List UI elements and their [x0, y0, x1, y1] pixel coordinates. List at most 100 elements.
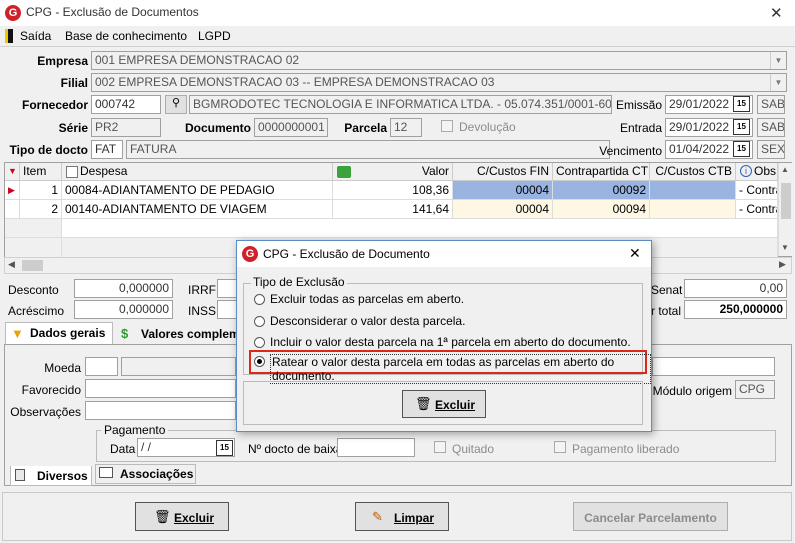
tipo-docto-code-field[interactable]: FAT: [91, 140, 123, 159]
trash-icon: 🗑: [154, 509, 171, 524]
empresa-select[interactable]: 001 EMPRESA DEMONSTRACAO 02: [91, 51, 787, 70]
moeda-name-field: [121, 357, 236, 376]
dialog-excluir-button[interactable]: 🗑 Excluir: [402, 390, 486, 418]
trash-icon: 🗑: [415, 396, 432, 411]
desconto-field[interactable]: 0,000000: [74, 279, 173, 298]
tab-associacoes[interactable]: Associações: [95, 464, 196, 484]
entrada-label: Entrada: [619, 121, 662, 135]
serie-field[interactable]: PR2: [91, 118, 161, 137]
devolucao-checkbox[interactable]: [441, 120, 453, 132]
cell-custos-ctb[interactable]: [650, 181, 736, 200]
binoculars-search-icon[interactable]: ⚲: [165, 95, 187, 114]
senat-field[interactable]: 0,00: [684, 279, 787, 298]
fornecedor-name-field: BGMRODOTEC TECNOLOGIA E INFORMATICA LTDA…: [189, 95, 612, 114]
entrada-dow: SAB: [757, 118, 785, 137]
moeda-code-field[interactable]: [85, 357, 118, 376]
modulo-origem-field: CPG: [735, 380, 775, 399]
app-logo-icon: G: [242, 246, 258, 262]
nbaixa-field[interactable]: [337, 438, 415, 457]
scroll-up-icon[interactable]: ▲: [781, 165, 789, 174]
radio-desconsiderar[interactable]: [254, 316, 265, 327]
calendar-icon[interactable]: 15: [733, 141, 750, 157]
cell-custos-ctb[interactable]: [650, 200, 736, 219]
close-icon[interactable]: ✕: [770, 4, 783, 22]
tab-dados-gerais[interactable]: ▼ Dados gerais: [5, 322, 113, 344]
edit-pencil-icon: [66, 166, 78, 178]
pagamento-liberado-label: Pagamento liberado: [572, 442, 680, 456]
pagamento-label: Pagamento: [101, 423, 169, 437]
devolucao-label: Devolução: [459, 120, 516, 134]
observacoes-field[interactable]: [85, 401, 236, 420]
cell-obs[interactable]: - Contra: [736, 200, 778, 219]
option-desconsiderar[interactable]: Desconsiderar o valor desta parcela.: [270, 314, 465, 328]
current-row-indicator-icon: ▶: [5, 181, 20, 200]
fornecedor-code-field[interactable]: 000742: [91, 95, 161, 114]
dialog-titlebar: G CPG - Exclusão de Documento ✕: [237, 241, 651, 267]
cell-despesa[interactable]: 00140-ADIANTAMENTO DE VIAGEM: [62, 200, 333, 219]
radio-ratear[interactable]: [254, 356, 265, 367]
favorecido-field[interactable]: [85, 379, 236, 398]
filial-select[interactable]: 002 EMPRESA DEMONSTRACAO 03 -- EMPRESA D…: [91, 73, 787, 92]
broom-icon: ✎: [372, 509, 383, 524]
col-contrapartida[interactable]: Contrapartida CTB: [553, 163, 650, 181]
pagamento-liberado-checkbox[interactable]: [554, 441, 566, 453]
cell-item[interactable]: 2: [20, 200, 62, 219]
calendar-icon[interactable]: 15: [733, 96, 750, 112]
quitado-checkbox[interactable]: [434, 441, 446, 453]
calendar-icon[interactable]: 15: [733, 119, 750, 135]
col-despesa[interactable]: Despesa: [62, 163, 333, 181]
col-custos-ctb[interactable]: C/Custos CTB: [650, 163, 736, 181]
cell-custos-fin[interactable]: 00004: [453, 200, 553, 219]
grid-vertical-scrollbar[interactable]: ▲ ▼: [778, 163, 792, 256]
data-label: Data: [110, 442, 136, 456]
info-icon: i: [740, 165, 752, 177]
limpar-button[interactable]: ✎ Limpar: [355, 502, 449, 531]
empresa-label: Empresa: [37, 54, 88, 68]
scroll-thumb[interactable]: [22, 260, 43, 271]
observacoes-label: Observações: [10, 405, 81, 419]
menu-bar: Saída Base de conhecimento LGPD: [0, 26, 795, 46]
cell-item[interactable]: 1: [20, 181, 62, 200]
cell-custos-fin[interactable]: 00004: [453, 181, 553, 200]
tipo-exclusao-label: Tipo de Exclusão: [251, 275, 347, 289]
cell-valor[interactable]: 108,36: [333, 181, 453, 200]
documento-field[interactable]: 0000000001: [254, 118, 328, 137]
option-excluir-todas[interactable]: Excluir todas as parcelas em aberto.: [270, 292, 464, 306]
scroll-left-icon[interactable]: ◀: [8, 259, 15, 270]
vencimento-dow: SEX: [757, 140, 785, 159]
chevron-down-icon[interactable]: ▼: [770, 52, 786, 69]
cell-obs[interactable]: - Contra: [736, 181, 778, 200]
cell-despesa[interactable]: 00084-ADIANTAMENTO DE PEDAGIO: [62, 181, 333, 200]
cancelar-parcelamento-button[interactable]: Cancelar Parcelamento: [573, 502, 728, 531]
radio-incluir[interactable]: [254, 337, 265, 348]
option-incluir[interactable]: Incluir o valor desta parcela na 1ª parc…: [270, 335, 631, 349]
col-valor[interactable]: Valor: [333, 163, 453, 181]
option-ratear[interactable]: Ratear o valor desta parcela em todas as…: [270, 354, 651, 384]
desconto-label: Desconto: [8, 283, 59, 297]
scroll-down-icon[interactable]: ▼: [781, 243, 789, 252]
acrescimo-label: Acréscimo: [8, 304, 65, 318]
menu-base-conhecimento[interactable]: Base de conhecimento: [65, 29, 187, 43]
acrescimo-field[interactable]: 0,000000: [74, 300, 173, 319]
parcela-field[interactable]: 12: [390, 118, 422, 137]
tab-diversos[interactable]: Diversos: [10, 466, 92, 486]
dialog-close-icon[interactable]: ✕: [629, 245, 641, 262]
dollar-icon: $: [121, 326, 129, 341]
menu-lgpd[interactable]: LGPD: [198, 29, 231, 43]
tab-valores-complementares[interactable]: $ Valores complem: [117, 324, 247, 344]
col-custos-fin[interactable]: C/Custos FIN: [453, 163, 553, 181]
cell-valor[interactable]: 141,64: [333, 200, 453, 219]
col-item[interactable]: Item: [20, 163, 62, 181]
calendar-icon[interactable]: 15: [216, 440, 233, 456]
menu-saida[interactable]: Saída: [20, 29, 51, 43]
excluir-button[interactable]: 🗑 Excluir: [135, 502, 229, 531]
scroll-thumb[interactable]: [781, 183, 791, 219]
exit-door-icon: [5, 29, 13, 43]
chevron-down-icon[interactable]: ▼: [770, 74, 786, 91]
cell-contrapartida[interactable]: 00094: [553, 200, 650, 219]
scroll-right-icon[interactable]: ▶: [779, 259, 786, 270]
pencil-icon: [15, 469, 25, 481]
radio-excluir-todas[interactable]: [254, 294, 265, 305]
irrf-label: IRRF: [188, 283, 216, 297]
cell-contrapartida[interactable]: 00092: [553, 181, 650, 200]
